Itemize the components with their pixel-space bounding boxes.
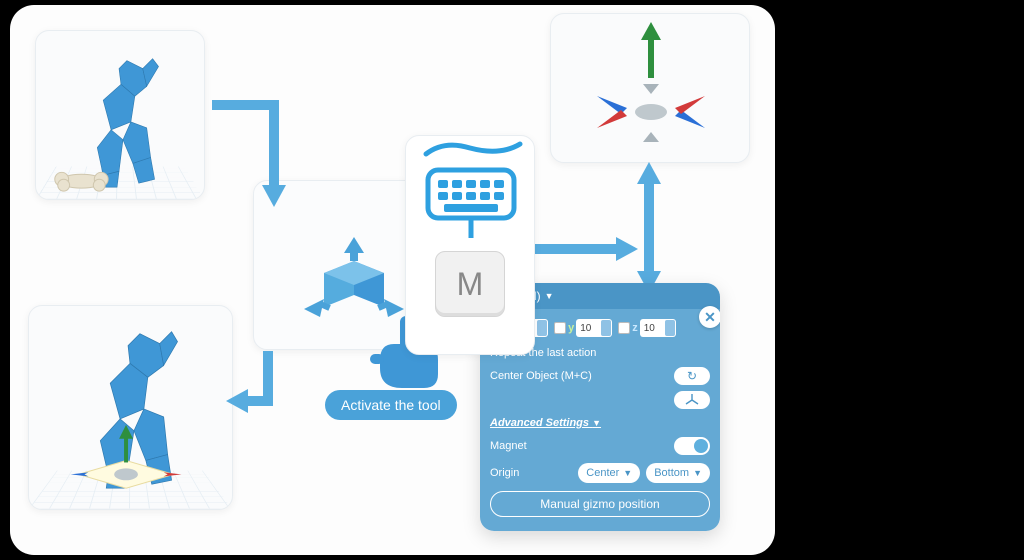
diagram-canvas: Activate the tool M [10, 5, 775, 555]
gizmo-tile [550, 13, 750, 163]
preview-object-with-gizmo [28, 305, 233, 510]
origin-label: Origin [490, 467, 519, 479]
y-input[interactable]: 10 [576, 319, 612, 337]
keyboard-shortcut-tile: M [405, 135, 535, 355]
z-input[interactable]: 10 [640, 319, 676, 337]
z-checkbox[interactable] [618, 322, 630, 334]
shortcut-keycap: M [435, 251, 505, 317]
z-axis-label: z [632, 322, 638, 334]
magnet-label: Magnet [490, 440, 527, 452]
flow-arrow [630, 160, 670, 250]
panel-close-button[interactable]: ✕ [699, 306, 720, 328]
axes-icon-button[interactable] [674, 391, 710, 409]
reload-button[interactable]: ↻ [674, 367, 710, 385]
advanced-settings-toggle[interactable]: Advanced Settings ▼ [490, 417, 710, 429]
dog-model-icon [36, 31, 204, 199]
flow-arrow [222, 345, 302, 435]
flow-arrow [208, 85, 308, 215]
y-checkbox[interactable] [554, 322, 566, 334]
dog-model-with-gizmo-icon [29, 306, 232, 509]
keyboard-icon [406, 136, 535, 246]
center-object-label: Center Object (M+C) [490, 370, 592, 382]
preview-object-on-buildplate [35, 30, 205, 200]
translate-gizmo-icon [551, 14, 750, 163]
y-axis-label: y [568, 322, 574, 334]
caret-down-icon: ▼ [545, 291, 554, 301]
origin-select-horizontal[interactable]: Center▼ [578, 463, 640, 483]
origin-select-vertical[interactable]: Bottom▼ [646, 463, 710, 483]
manual-gizmo-button[interactable]: Manual gizmo position [490, 491, 710, 517]
magnet-toggle[interactable] [674, 437, 710, 455]
